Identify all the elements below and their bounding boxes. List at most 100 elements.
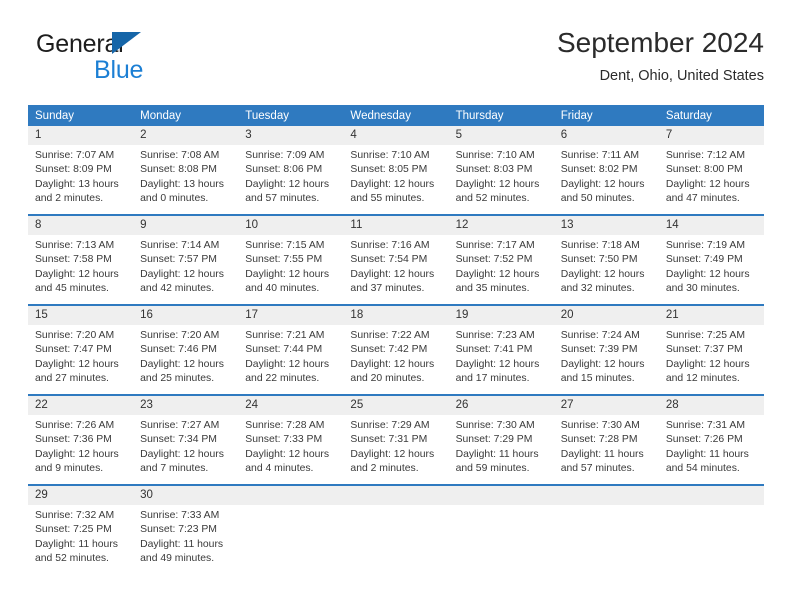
day-cell[interactable]: Sunrise: 7:27 AM Sunset: 7:34 PM Daylight:… [133, 415, 238, 484]
day-number[interactable]: 19 [449, 306, 554, 325]
day-cell[interactable]: Sunrise: 7:22 AM Sunset: 7:42 PM Daylight:… [343, 325, 448, 394]
day-number[interactable]: 30 [133, 486, 238, 505]
daylight-text-line2: and 7 minutes. [140, 463, 209, 475]
daylight-text-line2: and 9 minutes. [35, 463, 104, 475]
triangle-icon [112, 32, 141, 54]
day-cell[interactable]: Sunrise: 7:25 AM Sunset: 7:37 PM Daylight:… [659, 325, 764, 394]
day-number[interactable]: 7 [659, 126, 764, 145]
day-cell[interactable]: Sunrise: 7:30 AM Sunset: 7:28 PM Daylight:… [554, 415, 659, 484]
daylight-text-line1: Daylight: 12 hours [350, 178, 435, 190]
day-cell[interactable]: Sunrise: 7:11 AM Sunset: 8:02 PM Daylight:… [554, 145, 659, 214]
day-cell[interactable]: Sunrise: 7:28 AM Sunset: 7:33 PM Daylight:… [238, 415, 343, 484]
day-number[interactable]: 13 [554, 216, 659, 235]
week-daybody-row: Sunrise: 7:13 AM Sunset: 7:58 PM Daylight:… [28, 235, 764, 304]
day-cell[interactable]: Sunrise: 7:12 AM Sunset: 8:00 PM Daylight:… [659, 145, 764, 214]
day-number[interactable]: 10 [238, 216, 343, 235]
weekday-header-wednesday: Wednesday [350, 110, 411, 122]
day-cell[interactable]: Sunrise: 7:20 AM Sunset: 7:47 PM Daylight:… [28, 325, 133, 394]
sunset-text: Sunset: 8:03 PM [455, 164, 533, 176]
day-cell[interactable]: Sunrise: 7:30 AM Sunset: 7:29 PM Daylight:… [449, 415, 554, 484]
day-cell[interactable]: Sunrise: 7:23 AM Sunset: 7:41 PM Daylight:… [449, 325, 554, 394]
day-cell[interactable]: Sunrise: 7:10 AM Sunset: 8:05 PM Daylight:… [343, 145, 448, 214]
day-number[interactable]: 24 [238, 396, 343, 415]
day-number[interactable]: 1 [28, 126, 133, 145]
day-number[interactable]: 16 [133, 306, 238, 325]
day-cell[interactable]: Sunrise: 7:10 AM Sunset: 8:03 PM Daylight:… [449, 145, 554, 214]
sunset-text: Sunset: 7:49 PM [665, 254, 743, 266]
daylight-text-line1: Daylight: 12 hours [35, 448, 119, 460]
daylight-text-line2: and 12 minutes. [665, 373, 740, 385]
day-number[interactable]: 25 [343, 396, 448, 415]
sunset-text: Sunset: 8:09 PM [35, 164, 112, 176]
day-number[interactable]: 12 [449, 216, 554, 235]
day-number[interactable]: 23 [133, 396, 238, 415]
day-cell[interactable]: Sunrise: 7:16 AM Sunset: 7:54 PM Daylight:… [343, 235, 448, 304]
day-number[interactable]: 28 [659, 396, 764, 415]
sunset-text: Sunset: 7:39 PM [560, 344, 638, 356]
sunrise-text: Sunrise: 7:11 AM [560, 150, 640, 161]
daylight-text-line1: Daylight: 11 hours [560, 448, 644, 460]
day-number-empty [554, 486, 659, 505]
sunset-text: Sunset: 8:08 PM [140, 164, 217, 176]
day-number[interactable]: 20 [554, 306, 659, 325]
day-cell[interactable]: Sunrise: 7:17 AM Sunset: 7:52 PM Daylight:… [449, 235, 554, 304]
day-number[interactable]: 14 [659, 216, 764, 235]
daylight-text-line1: Daylight: 11 hours [35, 538, 118, 550]
day-number[interactable]: 11 [343, 216, 448, 235]
day-number[interactable]: 9 [133, 216, 238, 235]
daylight-text-line2: and 0 minutes. [140, 193, 209, 205]
day-number[interactable]: 26 [449, 396, 554, 415]
calendar-grid: Sunday Monday Tuesday Wednesday Thursday… [28, 105, 764, 574]
logo-text-general: General [36, 30, 124, 58]
day-number[interactable]: 15 [28, 306, 133, 325]
day-number[interactable]: 6 [554, 126, 659, 145]
week-daybody-row: Sunrise: 7:20 AM Sunset: 7:47 PM Daylight:… [28, 325, 764, 394]
daylight-text-line2: and 22 minutes. [245, 373, 320, 385]
day-number[interactable]: 17 [238, 306, 343, 325]
daylight-text-line1: Daylight: 12 hours [35, 358, 119, 370]
sunrise-text: Sunrise: 7:30 AM [560, 420, 640, 431]
sunset-text: Sunset: 7:50 PM [560, 254, 638, 266]
day-cell[interactable]: Sunrise: 7:09 AM Sunset: 8:06 PM Daylight:… [238, 145, 343, 214]
day-cell[interactable]: Sunrise: 7:29 AM Sunset: 7:31 PM Daylight:… [343, 415, 448, 484]
sunrise-text: Sunrise: 7:33 AM [140, 510, 220, 521]
daylight-text-line2: and 17 minutes. [455, 373, 530, 385]
general-blue-logo[interactable]: General Blue [36, 30, 216, 92]
day-cell[interactable]: Sunrise: 7:13 AM Sunset: 7:58 PM Daylight:… [28, 235, 133, 304]
sunset-text: Sunset: 7:52 PM [455, 254, 533, 266]
daylight-text-line1: Daylight: 12 hours [245, 358, 330, 370]
day-number[interactable]: 22 [28, 396, 133, 415]
day-cell[interactable]: Sunrise: 7:19 AM Sunset: 7:49 PM Daylight:… [659, 235, 764, 304]
day-number[interactable]: 3 [238, 126, 343, 145]
day-cell[interactable]: Sunrise: 7:18 AM Sunset: 7:50 PM Daylight:… [554, 235, 659, 304]
day-number[interactable]: 21 [659, 306, 764, 325]
day-cell[interactable]: Sunrise: 7:07 AM Sunset: 8:09 PM Daylight:… [28, 145, 133, 214]
sunrise-text: Sunrise: 7:23 AM [455, 330, 535, 341]
day-number[interactable]: 18 [343, 306, 448, 325]
day-number[interactable]: 27 [554, 396, 659, 415]
day-number[interactable]: 29 [28, 486, 133, 505]
day-number[interactable]: 2 [133, 126, 238, 145]
day-cell[interactable]: Sunrise: 7:21 AM Sunset: 7:44 PM Daylight:… [238, 325, 343, 394]
daylight-text-line1: Daylight: 12 hours [35, 268, 119, 280]
sunset-text: Sunset: 8:00 PM [665, 164, 743, 176]
day-cell[interactable]: Sunrise: 7:08 AM Sunset: 8:08 PM Daylight:… [133, 145, 238, 214]
day-cell[interactable]: Sunrise: 7:26 AM Sunset: 7:36 PM Daylight:… [28, 415, 133, 484]
day-cell[interactable]: Sunrise: 7:14 AM Sunset: 7:57 PM Daylight:… [133, 235, 238, 304]
daylight-text-line1: Daylight: 11 hours [455, 448, 539, 460]
day-cell[interactable]: Sunrise: 7:31 AM Sunset: 7:26 PM Daylight:… [659, 415, 764, 484]
day-cell[interactable]: Sunrise: 7:15 AM Sunset: 7:55 PM Daylight:… [238, 235, 343, 304]
sunset-text: Sunset: 7:55 PM [245, 254, 323, 266]
day-number[interactable]: 4 [343, 126, 448, 145]
day-number[interactable]: 5 [449, 126, 554, 145]
sunrise-text: Sunrise: 7:08 AM [140, 150, 220, 161]
day-number[interactable]: 8 [28, 216, 133, 235]
day-cell[interactable]: Sunrise: 7:20 AM Sunset: 7:46 PM Daylight:… [133, 325, 238, 394]
daylight-text-line2: and 30 minutes. [665, 283, 740, 295]
day-cell[interactable]: Sunrise: 7:32 AM Sunset: 7:25 PM Daylight:… [28, 505, 133, 574]
sunset-text: Sunset: 8:05 PM [350, 164, 428, 176]
day-cell[interactable]: Sunrise: 7:33 AM Sunset: 7:23 PM Daylight:… [133, 505, 238, 574]
sunset-text: Sunset: 7:26 PM [665, 434, 743, 446]
day-cell[interactable]: Sunrise: 7:24 AM Sunset: 7:39 PM Daylight:… [554, 325, 659, 394]
sunrise-text: Sunrise: 7:07 AM [35, 150, 115, 161]
